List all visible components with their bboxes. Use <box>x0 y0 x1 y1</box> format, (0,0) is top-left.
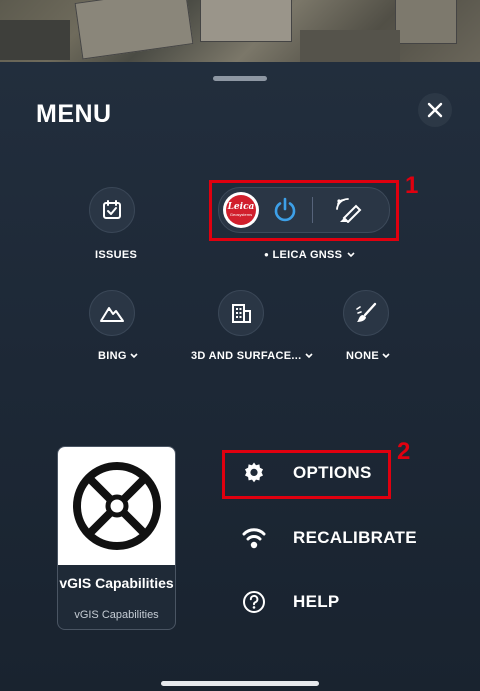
annotation-box-2 <box>222 450 391 499</box>
menu-title: MENU <box>36 100 112 128</box>
map-road <box>300 30 400 62</box>
3d-surface-button[interactable] <box>218 290 264 336</box>
issues-button[interactable] <box>89 187 135 233</box>
bing-label[interactable]: BING <box>98 350 138 362</box>
map-building <box>200 0 292 42</box>
close-button[interactable] <box>418 93 452 127</box>
3d-surface-label[interactable]: 3D AND SURFACE... <box>191 350 313 362</box>
wheel-icon <box>72 462 161 550</box>
help-icon <box>243 591 265 613</box>
home-indicator[interactable] <box>161 681 319 686</box>
card-image <box>58 447 175 565</box>
none-label[interactable]: NONE <box>346 350 390 362</box>
bing-basemap-button[interactable] <box>89 290 135 336</box>
drag-handle[interactable] <box>213 76 267 81</box>
card-title: vGIS Capabilities <box>59 575 174 591</box>
leica-gnss-text: LEICA GNSS <box>272 249 343 261</box>
mountain-icon <box>100 307 124 322</box>
vgis-capabilities-card[interactable]: vGIS Capabilities vGIS Capabilities <box>57 446 176 630</box>
leica-gnss-label[interactable]: ● LEICA GNSS <box>264 249 355 261</box>
help-label: HELP <box>293 592 340 611</box>
chevron-down-icon <box>347 252 355 258</box>
map-background <box>0 0 480 62</box>
card-subtitle: vGIS Capabilities <box>74 609 159 621</box>
map-road <box>0 20 70 60</box>
3d-surface-text: 3D AND SURFACE... <box>191 350 302 362</box>
status-dot: ● <box>264 250 270 259</box>
none-text: NONE <box>346 350 379 362</box>
building-icon <box>232 304 251 323</box>
calendar-check-icon <box>103 200 121 219</box>
map-building <box>74 0 194 60</box>
map-building <box>395 0 457 44</box>
annotation-number-2: 2 <box>397 438 411 465</box>
brush-icon <box>356 302 377 322</box>
annotation-number-1: 1 <box>405 172 419 199</box>
chevron-down-icon <box>130 353 138 359</box>
recalibrate-button[interactable]: RECALIBRATE <box>241 525 417 551</box>
chevron-down-icon <box>305 353 313 359</box>
recalibrate-label: RECALIBRATE <box>293 528 417 547</box>
help-button[interactable]: HELP <box>241 589 340 615</box>
bing-text: BING <box>98 350 127 362</box>
annotation-box-1 <box>209 180 399 241</box>
issues-label: ISSUES <box>95 249 138 261</box>
chevron-down-icon <box>382 353 390 359</box>
wifi-icon <box>242 528 266 549</box>
none-layer-button[interactable] <box>343 290 389 336</box>
close-icon <box>427 102 443 118</box>
